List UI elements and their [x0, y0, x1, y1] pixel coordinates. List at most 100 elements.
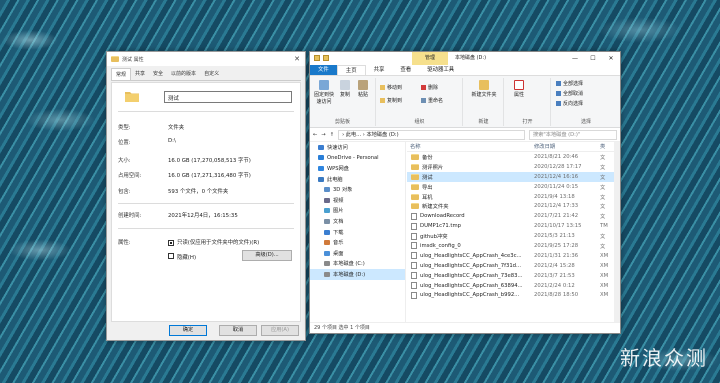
open-group: 属性 打开	[505, 78, 551, 126]
copy-button[interactable]: 复制	[338, 80, 352, 98]
table-row[interactable]: imsdk_config_0 2021/9/25 17:28 文	[407, 241, 620, 251]
pin-button[interactable]: 固定到快速访问	[312, 80, 336, 105]
paste-button[interactable]: 粘贴	[356, 80, 370, 98]
tab-security[interactable]: 安全	[149, 68, 167, 80]
column-type[interactable]: 类	[597, 142, 605, 151]
move-to-button[interactable]: 移动到	[380, 84, 402, 91]
maximize-icon[interactable]: ☐	[584, 52, 602, 65]
sidebar-item-drive-c[interactable]: 本地磁盘 (C:)	[310, 259, 405, 270]
properties-button[interactable]: 属性	[509, 80, 529, 98]
select-all-button[interactable]: 全部选择	[556, 80, 583, 87]
folder-icon	[411, 173, 419, 180]
sidebar-item-downloads[interactable]: 下载	[310, 227, 405, 238]
properties-titlebar[interactable]: 测试 属性 ✕	[107, 52, 305, 66]
delete-button[interactable]: 删除	[421, 84, 438, 91]
apply-button[interactable]: 应用(A)	[261, 325, 299, 336]
explorer-titlebar[interactable]: 管理 本地磁盘 (D:) — ☐ ✕	[310, 52, 620, 65]
tab-customize[interactable]: 自定义	[200, 68, 223, 80]
rename-label: 重命名	[428, 98, 444, 104]
table-row[interactable]: ulog_HeadlightsCC_AppCrash_63894... 2021/…	[407, 281, 620, 291]
hidden-checkbox[interactable]: 隐藏(H)	[168, 253, 196, 261]
table-row[interactable]: ulog_HeadlightsCC_AppCrash_4ce3c... 2021/…	[407, 251, 620, 261]
scrollbar[interactable]	[614, 142, 620, 322]
sidebar-item-wps-drive[interactable]: WPS网盘	[310, 163, 405, 174]
forward-icon[interactable]: →	[321, 132, 325, 138]
table-row[interactable]: ulog_HeadlightsCC_AppCrash_7f31d... 2021/…	[407, 261, 620, 271]
table-row[interactable]: 测评照片 2020/12/28 17:17 文	[407, 162, 620, 172]
sidebar-item-3d-objects[interactable]: 3D 对象	[310, 184, 405, 195]
table-row[interactable]: DownloadRecord 2021/7/21 21:42 文	[407, 211, 620, 221]
properties-dialog: 测试 属性 ✕ 常规 共享 安全 以前的版本 自定义 测试 类型: 文件夹 位置:…	[106, 51, 306, 341]
tab-share[interactable]: 共享	[366, 65, 393, 75]
folder-icon	[411, 163, 419, 170]
contains-row: 包含: 593 个文件，0 个文件夹	[118, 187, 228, 195]
copy-to-button[interactable]: 复制到	[380, 97, 402, 104]
3d-objects-icon	[324, 187, 330, 193]
close-icon[interactable]: ✕	[289, 55, 305, 63]
tab-drive-tools[interactable]: 驱动器工具	[419, 65, 462, 75]
table-row[interactable]: 新建文件夹 2021/12/4 17:33 文	[407, 201, 620, 211]
new-folder-label: 新建文件夹	[471, 92, 497, 98]
table-row[interactable]: 测试 2021/12/4 16:16 文	[407, 171, 620, 182]
file-date: 2021/9/4 13:18	[534, 193, 575, 200]
folder-icon[interactable]	[314, 55, 320, 61]
sidebar-item-quick-access[interactable]: 快速访问	[310, 142, 405, 153]
folder-name-field[interactable]: 测试	[164, 91, 292, 103]
sidebar-item-music[interactable]: 音乐	[310, 237, 405, 248]
column-name[interactable]: 名称	[407, 142, 531, 151]
sidebar-item-documents[interactable]: 文档	[310, 216, 405, 227]
tab-view[interactable]: 查看	[392, 65, 419, 75]
rename-button[interactable]: 重命名	[421, 97, 443, 104]
type-label: 类型:	[118, 125, 131, 131]
location-value: D:\	[168, 138, 176, 144]
column-date[interactable]: 修改日期	[531, 142, 597, 151]
clipboard-group-label: 剪贴板	[334, 119, 350, 125]
file-date: 2021/8/28 18:50	[534, 292, 579, 299]
table-row[interactable]: ulog_HeadlightsCC_AppCrash_b992... 2021/8…	[407, 290, 620, 300]
select-none-button[interactable]: 全部取消	[556, 90, 583, 97]
table-row[interactable]: DUMP1c71.tmp 2021/10/17 13:15 TM	[407, 221, 620, 231]
size-row: 大小: 16.0 GB (17,270,058,513 字节)	[118, 156, 251, 164]
created-label: 创建时间:	[118, 213, 142, 219]
size-value: 16.0 GB (17,270,058,513 字节)	[168, 158, 251, 164]
address-bar[interactable]: › 此电... › 本地磁盘 (D:)	[338, 129, 525, 140]
invert-selection-button[interactable]: 反向选择	[556, 100, 583, 107]
table-row[interactable]: 导出 2020/11/24 0:15 文	[407, 182, 620, 192]
location-row: 位置: D:\	[118, 138, 176, 146]
sidebar-item-onedrive[interactable]: OneDrive - Personal	[310, 153, 405, 164]
minimize-icon[interactable]: —	[566, 52, 584, 65]
checkbox-icon[interactable]	[168, 239, 174, 246]
ok-button[interactable]: 确定	[169, 325, 207, 336]
tab-file[interactable]: 文件	[310, 65, 337, 75]
tab-sharing[interactable]: 共享	[131, 68, 149, 80]
table-row[interactable]: ulog_HeadlightsCC_AppCrash_73e83... 2021/…	[407, 271, 620, 281]
close-icon[interactable]: ✕	[602, 52, 620, 65]
tab-previous-versions[interactable]: 以前的版本	[167, 68, 200, 80]
sidebar-item-desktop[interactable]: 桌面	[310, 248, 405, 259]
table-row[interactable]: 备份 2021/8/21 20:46 文	[407, 152, 620, 162]
paste-icon	[358, 80, 368, 90]
file-date: 2020/11/24 0:15	[534, 183, 579, 190]
sidebar-item-pictures[interactable]: 图片	[310, 206, 405, 217]
folder-icon[interactable]	[323, 55, 329, 61]
tab-general[interactable]: 常规	[111, 68, 132, 80]
sidebar-item-this-pc[interactable]: 此电脑	[310, 174, 405, 185]
manage-context-tab[interactable]: 管理	[412, 52, 448, 65]
new-folder-button[interactable]: 新建文件夹	[470, 80, 498, 98]
search-input[interactable]: 搜索"本地磁盘 (D:)"	[529, 129, 617, 140]
file-date: 2021/12/4 17:33	[534, 203, 579, 210]
delete-icon	[421, 85, 426, 90]
back-icon[interactable]: ←	[313, 132, 317, 138]
advanced-button[interactable]: 高级(D)...	[242, 250, 292, 261]
cancel-button[interactable]: 取消	[219, 325, 257, 336]
copy-to-icon	[380, 98, 385, 103]
table-row[interactable]: github冲突 2021/5/3 21:13 文	[407, 231, 620, 241]
readonly-checkbox[interactable]: 只读(仅应用于文件夹中的文件)(R)	[168, 238, 259, 246]
sidebar-item-drive-d[interactable]: 本地磁盘 (D:)	[310, 269, 405, 280]
sidebar-item-videos[interactable]: 视频	[310, 195, 405, 206]
table-row[interactable]: 耳机 2021/9/4 13:18 文	[407, 192, 620, 202]
up-icon[interactable]: ↑	[330, 132, 334, 138]
tab-home[interactable]: 主页	[336, 65, 366, 75]
checkbox-icon[interactable]	[168, 253, 174, 259]
new-folder-icon	[479, 80, 489, 90]
